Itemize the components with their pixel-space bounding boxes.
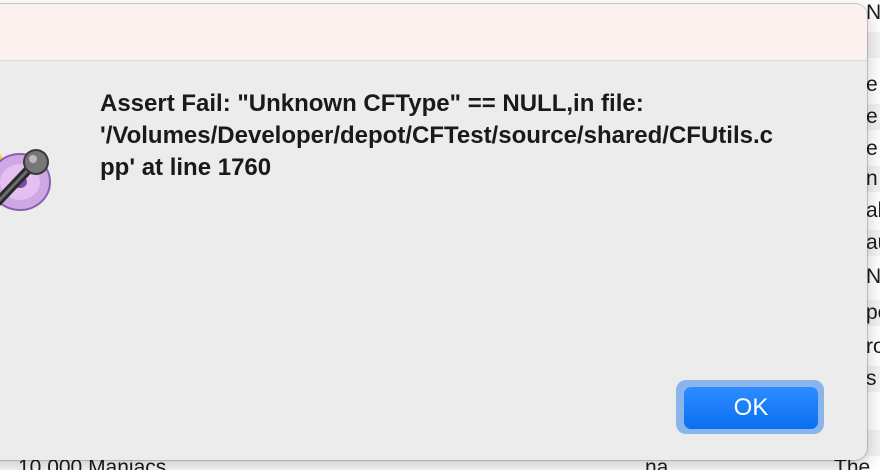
alert-message-text: Assert Fail: "Unknown CFType" == NULL,in… xyxy=(100,90,773,181)
assert-alert-dialog: Assert Fail: "Unknown CFType" == NULL,in… xyxy=(0,4,867,460)
table-cell: all xyxy=(866,199,880,222)
table-cell: N xyxy=(866,265,880,288)
table-cell: e xyxy=(866,137,878,160)
ok-button[interactable]: OK xyxy=(684,387,818,429)
table-cell: n xyxy=(866,167,878,190)
singer-microphone-icon xyxy=(0,90,54,220)
screen: N e e e n all au N pe ro s 10,000 Maniac… xyxy=(0,0,880,470)
table-cell: e xyxy=(866,73,878,96)
table-cell: s xyxy=(866,367,877,390)
table-cell: N xyxy=(866,1,880,24)
alert-header-strip xyxy=(0,4,867,61)
table-cell: pe xyxy=(866,301,880,324)
table-cell: au xyxy=(866,231,880,254)
table-cell: e xyxy=(866,105,878,128)
table-cell: ro xyxy=(866,335,880,358)
